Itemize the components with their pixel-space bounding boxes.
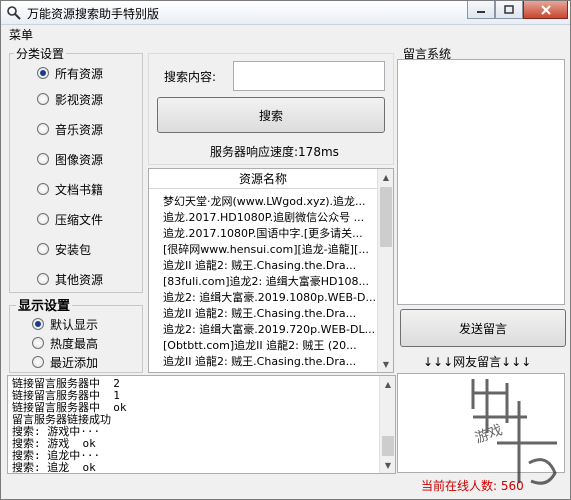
radio-circle xyxy=(37,273,49,285)
radio-circle xyxy=(37,183,49,195)
display-group-title: 显示设置 xyxy=(16,295,73,314)
scroll-down-arrow[interactable]: ▼ xyxy=(378,356,393,372)
window-title: 万能资源搜索助手特别版 xyxy=(27,7,160,21)
close-icon xyxy=(540,4,551,15)
watermark-logo: 游戏 xyxy=(471,379,557,485)
radio-default-display[interactable]: 默认显示 xyxy=(32,316,98,332)
results-scrollbar[interactable]: ▲ ▼ xyxy=(377,169,393,372)
list-item[interactable]: 追龙.2017.HD1080P.追剧微信公众号 ... xyxy=(163,209,377,225)
maximize-icon xyxy=(504,4,514,14)
radio-circle xyxy=(37,153,49,165)
radio-compressed-files[interactable]: 压缩文件 xyxy=(37,211,103,227)
results-header: 资源名称 xyxy=(149,169,377,189)
radio-most-popular[interactable]: 热度最高 xyxy=(32,335,98,351)
list-item[interactable]: 追龙II 追龍2: 贼王.Chasing.the.Dra... xyxy=(163,305,377,321)
radio-circle xyxy=(37,243,49,255)
radio-music-resources[interactable]: 音乐资源 xyxy=(37,121,103,137)
message-display[interactable] xyxy=(397,59,565,305)
send-message-button[interactable]: 发送留言 xyxy=(400,309,566,347)
radio-other-resources[interactable]: 其他资源 xyxy=(37,271,103,287)
maximize-button[interactable] xyxy=(495,1,523,19)
results-list[interactable]: 资源名称 梦幻天堂·龙网(www.LWgod.xyz).追龙... 追龙.201… xyxy=(148,168,394,373)
menu-bar: 菜单 xyxy=(1,25,570,43)
magnifier-icon xyxy=(7,6,21,20)
list-item[interactable]: [83fuli.com]追龙2: 追缉大富豪HD108... xyxy=(163,273,377,289)
minimize-icon xyxy=(477,10,485,13)
scroll-down-arrow[interactable]: ▼ xyxy=(380,457,395,473)
scroll-thumb[interactable] xyxy=(382,436,394,456)
search-input[interactable] xyxy=(233,61,385,91)
title-bar: 万能资源搜索助手特别版 xyxy=(1,1,570,25)
list-item[interactable]: 追龙2: 追缉大富豪.2019.1080p.WEB-D... xyxy=(163,289,377,305)
scroll-up-arrow[interactable]: ▲ xyxy=(380,376,395,392)
list-item[interactable]: 追龙II 追龍2: 贼王.Chasing.the.Dra... xyxy=(163,257,377,273)
search-button[interactable]: 搜索 xyxy=(157,97,385,133)
radio-circle xyxy=(32,318,44,330)
radio-circle xyxy=(32,337,44,349)
radio-circle xyxy=(37,93,49,105)
list-item[interactable]: 梦幻天堂·龙网(www.LWgod.xyz).追龙... xyxy=(163,193,377,209)
log-scrollbar[interactable]: ▲ ▼ xyxy=(379,376,395,473)
list-item[interactable]: [很碎网www.hensui.com][追龙-追龍][... xyxy=(163,241,377,257)
friends-messages-label: ↓↓↓网友留言↓↓↓ xyxy=(423,355,532,369)
list-item[interactable]: 追龙.2017.1080P.国语中字.[更多请关... xyxy=(163,225,377,241)
radio-recently-added[interactable]: 最近添加 xyxy=(32,354,98,370)
server-speed-text: 服务器响应速度:178ms xyxy=(210,145,339,159)
main-window: 万能资源搜索助手特别版 菜单 分类设置 所有资源 影视资源 音乐资源 图像资源 … xyxy=(0,0,571,500)
list-item[interactable]: 追龙2: 追缉大富豪.2019.720p.WEB-DL... xyxy=(163,321,377,337)
radio-circle xyxy=(37,67,49,79)
radio-video-resources[interactable]: 影视资源 xyxy=(37,91,103,107)
online-count-text: 当前在线人数: 560 xyxy=(421,479,524,493)
radio-document-books[interactable]: 文档书籍 xyxy=(37,181,103,197)
menu-item-main[interactable]: 菜单 xyxy=(9,26,33,43)
radio-installers[interactable]: 安装包 xyxy=(37,241,91,257)
radio-circle xyxy=(37,213,49,225)
scroll-up-arrow[interactable]: ▲ xyxy=(378,169,393,185)
log-output[interactable]: 链接留言服务器中 2 链接留言服务器中 1 链接留言服务器中 ok 留言服务器链… xyxy=(7,375,396,474)
radio-circle xyxy=(32,356,44,368)
radio-all-resources[interactable]: 所有资源 xyxy=(37,65,103,81)
list-item[interactable]: 追龙II 追龍2: 贼王.Chasing.the.Dra... xyxy=(163,353,377,369)
radio-circle xyxy=(37,123,49,135)
minimize-button[interactable] xyxy=(467,1,495,19)
log-line: 搜索: 追龙 ok xyxy=(12,461,96,474)
category-group-title: 分类设置 xyxy=(14,45,67,62)
search-label: 搜索内容: xyxy=(164,70,217,84)
radio-image-resources[interactable]: 图像资源 xyxy=(37,151,103,167)
close-button[interactable] xyxy=(523,1,568,19)
list-item[interactable]: [Obtbtt.com]追龙II 追龍2: 贼王 (20... xyxy=(163,337,377,353)
scroll-thumb[interactable] xyxy=(380,187,392,247)
